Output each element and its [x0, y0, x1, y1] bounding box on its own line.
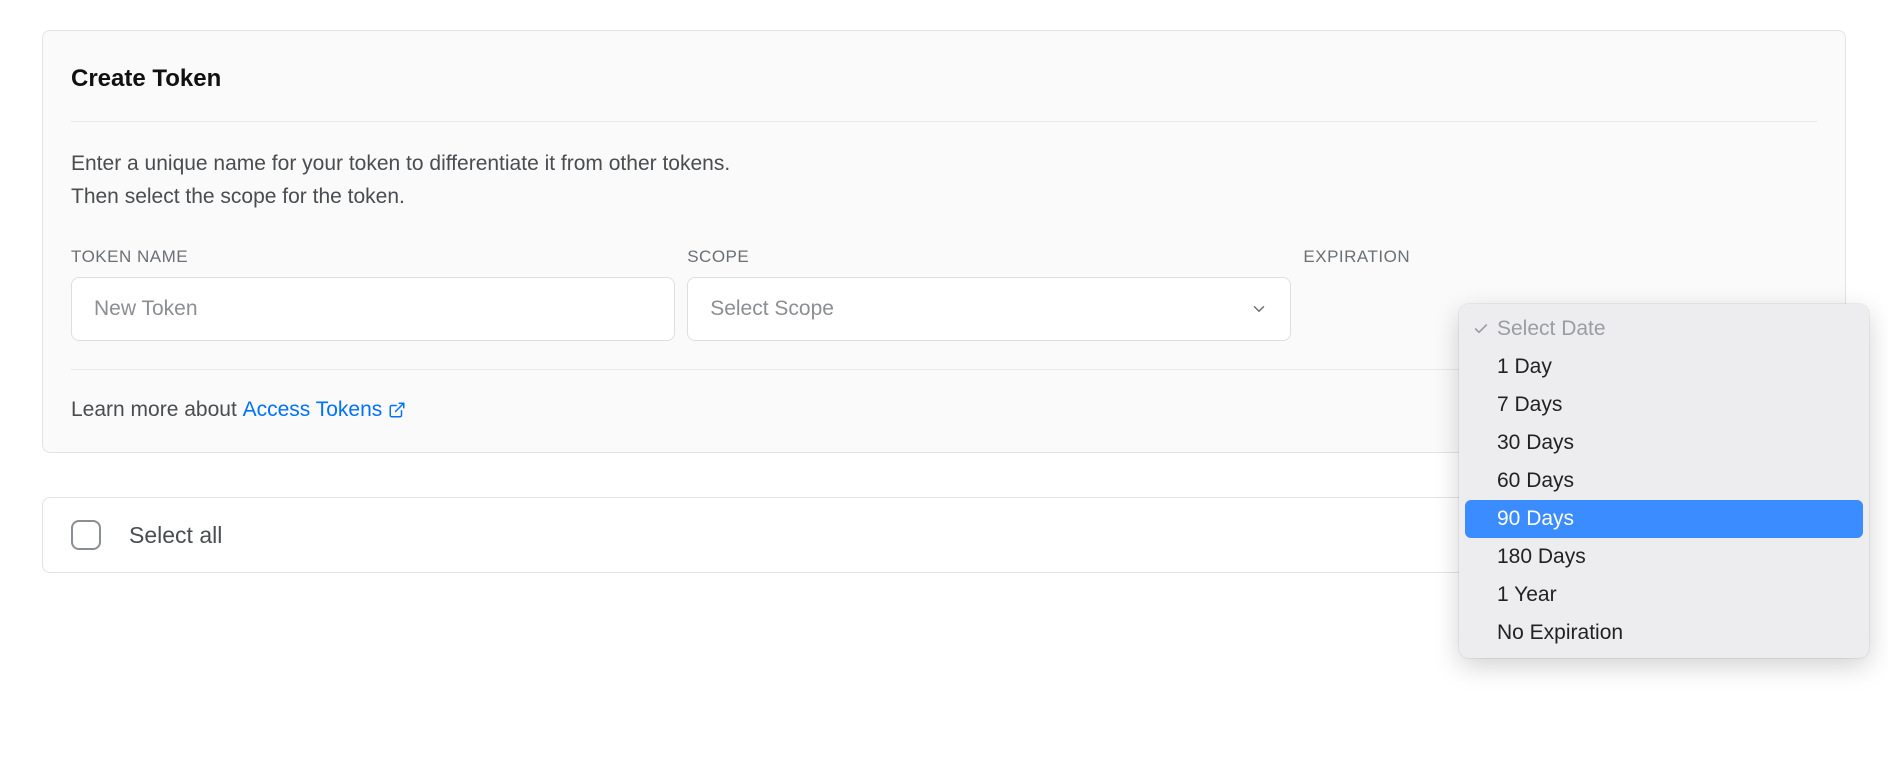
- card-description: Enter a unique name for your token to di…: [71, 148, 1817, 213]
- dropdown-header-text: Select Date: [1497, 317, 1606, 341]
- scope-placeholder: Select Scope: [710, 297, 834, 321]
- dropdown-option[interactable]: 1 Day: [1465, 348, 1863, 386]
- card-title: Create Token: [71, 65, 1817, 93]
- dropdown-option[interactable]: 1 Year: [1465, 576, 1863, 614]
- scope-label: SCOPE: [687, 247, 1291, 267]
- learn-more-prefix: Learn more about: [71, 398, 243, 421]
- check-icon: [1473, 321, 1489, 337]
- expiration-dropdown: Select Date 1 Day7 Days30 Days60 Days90 D…: [1459, 304, 1869, 658]
- desc-line-1: Enter a unique name for your token to di…: [71, 152, 730, 175]
- access-tokens-link-text: Access Tokens: [243, 398, 383, 422]
- field-scope: SCOPE Select Scope: [687, 247, 1291, 341]
- dropdown-header: Select Date: [1465, 310, 1863, 348]
- divider: [71, 121, 1817, 122]
- dropdown-option[interactable]: 30 Days: [1465, 424, 1863, 462]
- dropdown-option[interactable]: 60 Days: [1465, 462, 1863, 500]
- dropdown-option[interactable]: 180 Days: [1465, 538, 1863, 576]
- dropdown-option[interactable]: No Expiration: [1465, 614, 1863, 652]
- desc-line-2: Then select the scope for the token.: [71, 185, 405, 208]
- external-link-icon: [388, 401, 406, 419]
- dropdown-option[interactable]: 7 Days: [1465, 386, 1863, 424]
- scope-select[interactable]: Select Scope: [687, 277, 1291, 341]
- token-name-label: TOKEN NAME: [71, 247, 675, 267]
- select-all-checkbox[interactable]: [71, 520, 101, 550]
- create-token-card: Create Token Enter a unique name for you…: [42, 30, 1846, 453]
- select-all-label: Select all: [129, 522, 222, 549]
- expiration-label: EXPIRATION: [1303, 247, 1817, 267]
- page-container: Create Token Enter a unique name for you…: [42, 30, 1846, 573]
- access-tokens-link[interactable]: Access Tokens: [243, 398, 407, 422]
- token-name-input[interactable]: [71, 277, 675, 341]
- dropdown-option[interactable]: 90 Days: [1465, 500, 1863, 538]
- chevron-down-icon: [1250, 300, 1268, 318]
- field-token-name: TOKEN NAME: [71, 247, 675, 341]
